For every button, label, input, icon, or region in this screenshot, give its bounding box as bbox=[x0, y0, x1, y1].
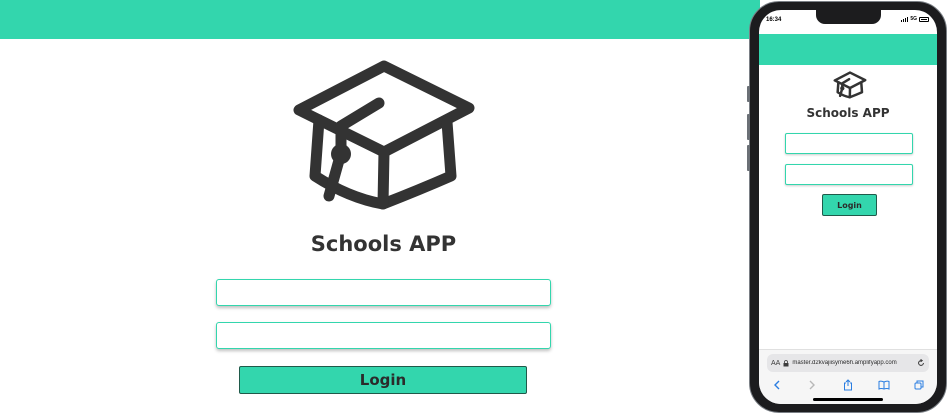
phone-volume-down bbox=[747, 145, 750, 171]
battery-icon bbox=[919, 16, 929, 22]
app-header-bar bbox=[0, 0, 760, 39]
share-icon[interactable] bbox=[840, 378, 856, 392]
lock-icon bbox=[783, 359, 789, 367]
phone-volume-up bbox=[747, 114, 750, 140]
mobile-header-bar bbox=[759, 34, 937, 65]
phone-screen: 16:34 5G Schools APP Login AA master.d2k… bbox=[759, 10, 937, 404]
home-indicator bbox=[813, 398, 883, 401]
browser-bar: AA master.d2kvajiisyme6h.amplifyapp.com bbox=[759, 349, 937, 404]
login-button[interactable]: Login bbox=[239, 366, 527, 394]
url-text: master.d2kvajiisyme6h.amplifyapp.com bbox=[792, 360, 897, 366]
mobile-login-button[interactable]: Login bbox=[822, 194, 877, 216]
forward-icon[interactable] bbox=[804, 378, 820, 392]
mobile-username-input[interactable] bbox=[785, 133, 913, 154]
phone-notch bbox=[816, 10, 881, 24]
signal-icon bbox=[901, 16, 909, 22]
username-input[interactable] bbox=[216, 279, 551, 306]
browser-toolbar bbox=[759, 378, 937, 392]
network-label: 5G bbox=[910, 16, 917, 22]
phone-mockup: 16:34 5G Schools APP Login AA master.d2k… bbox=[747, 1, 947, 413]
status-time: 16:34 bbox=[766, 17, 782, 23]
password-input[interactable] bbox=[216, 322, 551, 349]
phone-mute-switch bbox=[747, 86, 750, 102]
back-icon[interactable] bbox=[769, 378, 785, 392]
status-indicators: 5G bbox=[901, 16, 929, 22]
mobile-app-title: Schools APP bbox=[806, 106, 890, 120]
reload-icon[interactable] bbox=[917, 359, 925, 367]
tabs-icon[interactable] bbox=[911, 378, 927, 392]
app-title: Schools APP bbox=[310, 232, 457, 256]
mobile-password-input[interactable] bbox=[785, 164, 913, 185]
graduation-cap-icon bbox=[293, 60, 475, 210]
text-size-button[interactable]: AA bbox=[771, 360, 780, 367]
address-bar[interactable]: AA master.d2kvajiisyme6h.amplifyapp.com bbox=[767, 354, 929, 372]
bookmarks-icon[interactable] bbox=[876, 378, 892, 392]
mobile-graduation-cap-icon bbox=[833, 71, 867, 99]
